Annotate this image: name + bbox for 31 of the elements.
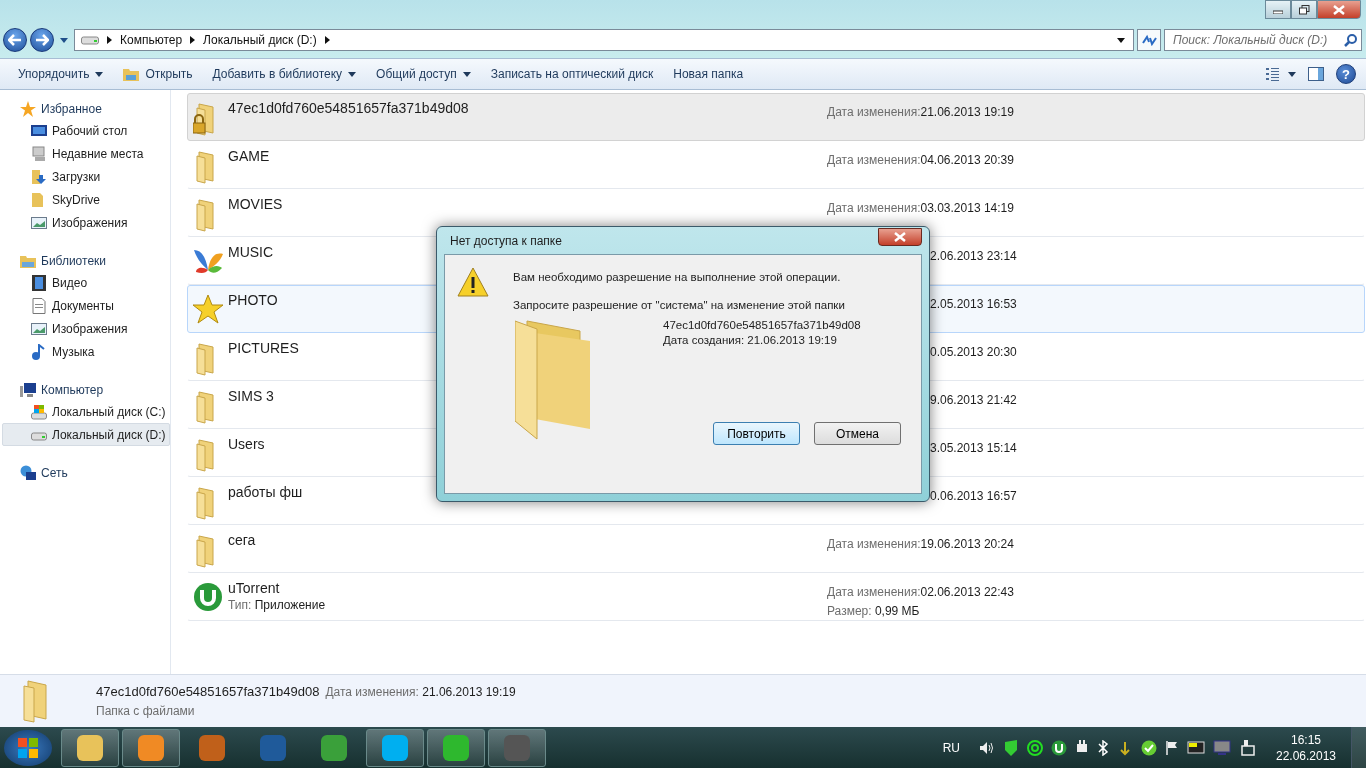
- file-name: MOVIES: [228, 196, 283, 212]
- file-name: GAME: [228, 148, 270, 164]
- details-file-type: Папка с файлами: [96, 704, 196, 718]
- file-size: Размер: 0,99 МБ: [827, 604, 921, 618]
- file-name: PHOTO: [228, 292, 278, 308]
- modified-date: 2.05.2013 16:53: [930, 297, 1018, 311]
- details-modified-date: Дата изменения: 21.06.2013 19:19: [325, 685, 516, 699]
- modified-date: 3.05.2013 15:14: [930, 441, 1018, 455]
- file-name: работы фш: [228, 484, 303, 500]
- file-name: Users: [228, 436, 265, 452]
- modified-date: 0.05.2013 20:30: [930, 345, 1018, 359]
- item-name: 47ec1d0fd760e54851657fa371b49d08: [663, 319, 861, 331]
- details-file-name: 47ec1d0fd760e54851657fa371b49d08: [96, 684, 320, 699]
- file-name: PICTURES: [228, 340, 299, 356]
- file-name: SIMS 3: [228, 388, 274, 404]
- modified-date: Дата изменения:04.06.2013 20:39: [827, 153, 1015, 167]
- modified-date: Дата изменения:19.06.2013 20:24: [827, 537, 1015, 551]
- file-name: uTorrent: [228, 580, 280, 596]
- item-created-date: Дата создания: 21.06.2013 19:19: [663, 334, 838, 346]
- modified-date: Дата изменения:03.03.2013 14:19: [827, 201, 1015, 215]
- modified-date: 0.06.2013 16:57: [930, 489, 1018, 503]
- file-name: MUSIC: [228, 244, 274, 260]
- dialog-message: Вам необходимо разрешение на выполнение этой операции.: [513, 271, 842, 283]
- dialog-hint: Запросите разрешение от "система" на изменение этой папки: [513, 299, 845, 311]
- file-name: 47ec1d0fd760e54851657fa371b49d08: [228, 100, 469, 116]
- file-type: Тип: Приложение: [228, 598, 326, 612]
- modified-date: 9.06.2013 21:42: [930, 393, 1018, 407]
- file-name: сега: [228, 532, 256, 548]
- modified-date: Дата изменения:21.06.2013 19:19: [827, 105, 1015, 119]
- modified-date: 2.06.2013 23:14: [930, 249, 1018, 263]
- modified-date: Дата изменения:02.06.2013 22:43: [827, 585, 1015, 599]
